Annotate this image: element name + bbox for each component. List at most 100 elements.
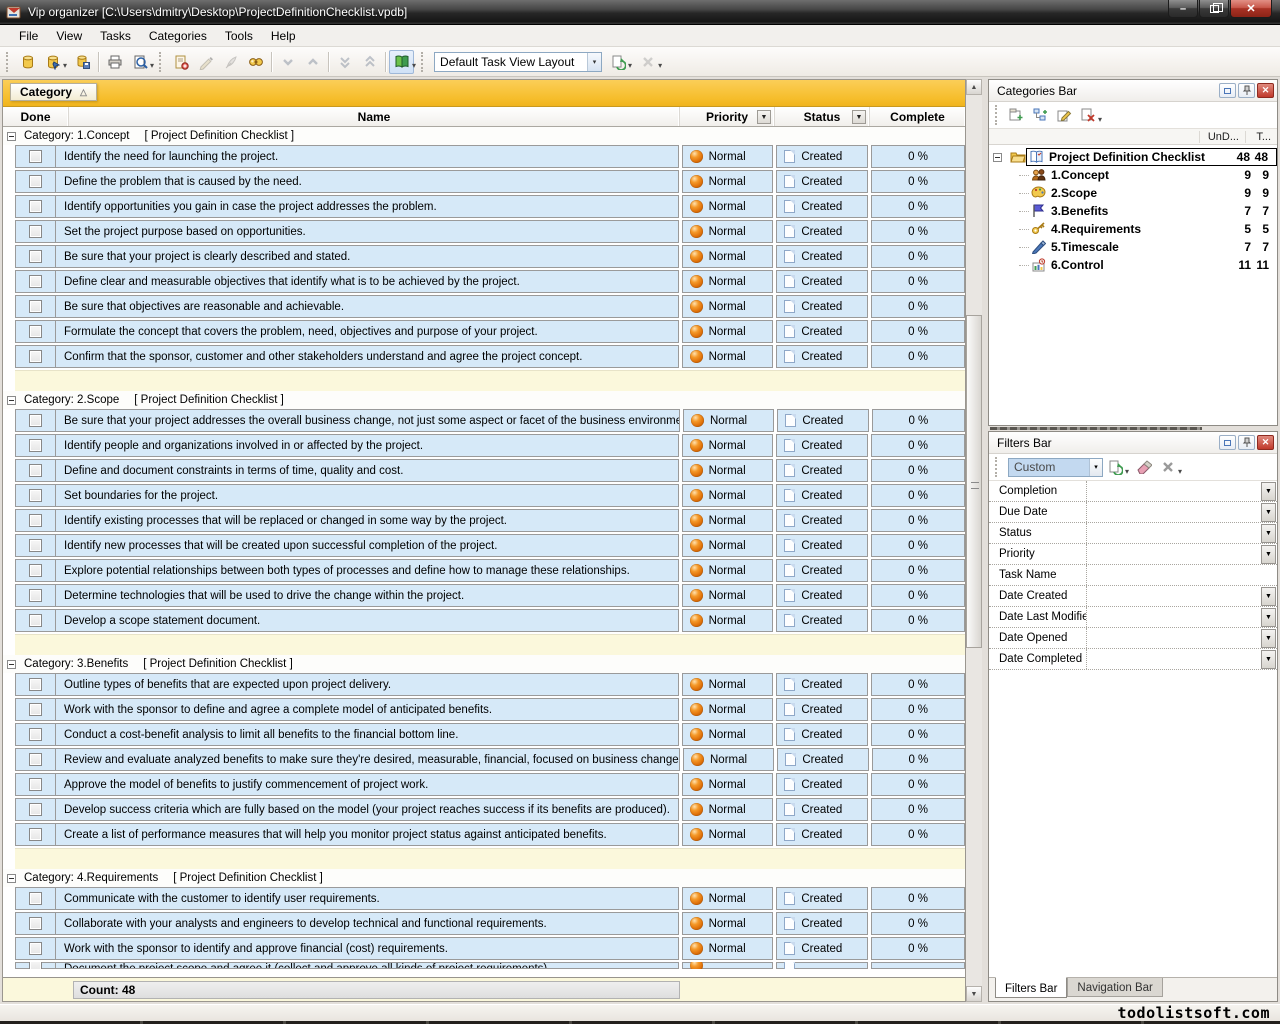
task-name-cell[interactable]: Set boundaries for the project. [56, 485, 678, 506]
close-panel-button[interactable]: ✕ [1257, 83, 1274, 98]
filters-toolbar-caret[interactable]: ▾ [1178, 467, 1182, 476]
column-header-priority[interactable]: Priority ▼ [680, 107, 775, 126]
close-button[interactable]: ✕ [1230, 0, 1272, 18]
status-cell[interactable] [776, 962, 868, 969]
status-cell[interactable]: Created [776, 245, 868, 268]
priority-cell[interactable]: Normal [682, 773, 774, 796]
task-name-cell[interactable]: Formulate the concept that covers the pr… [56, 321, 678, 342]
selected-tree-row[interactable]: Project Definition Checklist 48 48 [1026, 148, 1277, 166]
task-row[interactable]: Identify opportunities you gain in case … [15, 195, 965, 218]
task-name-cell[interactable]: Confirm that the sponsor, customer and o… [56, 346, 678, 367]
status-cell[interactable]: Created [777, 409, 868, 432]
toolbar-grip[interactable] [995, 457, 999, 477]
group-header-benefits[interactable]: Category: 3.Benefits [ Project Definitio… [3, 655, 965, 673]
task-name-cell[interactable]: Identify people and organizations involv… [56, 435, 678, 456]
layout-combo-arrow[interactable]: ▾ [587, 53, 601, 71]
close-panel-button[interactable]: ✕ [1257, 435, 1274, 450]
task-row[interactable]: Confirm that the sponsor, customer and o… [15, 345, 965, 368]
priority-cell[interactable]: Normal [682, 145, 774, 168]
collapse-group-icon[interactable] [7, 396, 16, 405]
complete-cell[interactable]: 0 % [871, 434, 965, 457]
minimize-button[interactable]: – [1168, 0, 1198, 18]
task-view-button[interactable] [389, 50, 414, 74]
move-top-button[interactable] [357, 50, 382, 74]
priority-cell[interactable] [682, 962, 774, 969]
status-cell[interactable]: Created [776, 484, 868, 507]
toolbar-grip[interactable] [421, 52, 425, 72]
done-checkbox[interactable] [29, 703, 42, 716]
clear-filter-button[interactable] [1132, 456, 1156, 478]
status-cell[interactable]: Created [776, 345, 868, 368]
filter-dropdown-button[interactable]: ▼ [1261, 482, 1276, 501]
tab-filters-bar[interactable]: Filters Bar [995, 977, 1067, 998]
tree-item-requirements[interactable]: 4.Requirements 5 5 [989, 220, 1277, 238]
status-cell[interactable]: Created [776, 559, 868, 582]
complete-cell[interactable]: 0 % [871, 145, 965, 168]
priority-cell[interactable]: Normal [682, 534, 774, 557]
complete-cell[interactable]: 0 % [871, 220, 965, 243]
task-name-cell[interactable]: Define clear and measurable objectives t… [56, 271, 678, 292]
filter-value[interactable] [1087, 607, 1261, 627]
task-name-cell[interactable]: Collaborate with your analysts and engin… [56, 913, 678, 934]
task-name-cell[interactable]: Determine technologies that will be used… [56, 585, 678, 606]
task-row[interactable]: Determine technologies that will be used… [15, 584, 965, 607]
status-cell[interactable]: Created [776, 459, 868, 482]
save-filter-button[interactable] [1103, 456, 1127, 478]
complete-cell[interactable]: 0 % [871, 773, 965, 796]
complete-cell[interactable]: 0 % [871, 320, 965, 343]
filter-dropdown-button[interactable]: ▼ [1261, 524, 1276, 543]
task-name-cell[interactable]: Document the project scope and agree it … [56, 963, 678, 968]
done-checkbox[interactable] [29, 753, 42, 766]
task-name-cell[interactable]: Identify opportunities you gain in case … [56, 196, 678, 217]
apply-layout-button[interactable] [605, 50, 630, 74]
print-button[interactable] [102, 50, 127, 74]
done-checkbox[interactable] [29, 464, 42, 477]
priority-cell[interactable]: Normal [682, 295, 774, 318]
task-row[interactable]: Set boundaries for the project. Normal C… [15, 484, 965, 507]
panel-splitter[interactable] [990, 427, 1202, 430]
complete-cell[interactable]: 0 % [871, 912, 965, 935]
task-name-cell[interactable]: Approve the model of benefits to justify… [56, 774, 678, 795]
task-name-cell[interactable]: Conduct a cost-benefit analysis to limit… [56, 724, 678, 745]
done-checkbox[interactable] [29, 275, 42, 288]
done-checkbox[interactable] [29, 175, 42, 188]
done-checkbox[interactable] [29, 350, 42, 363]
find-tasks-button[interactable] [243, 50, 268, 74]
task-row[interactable]: Develop a scope statement document. Norm… [15, 609, 965, 632]
priority-cell[interactable]: Normal [682, 698, 774, 721]
filter-value[interactable] [1087, 502, 1261, 522]
collapse-group-icon[interactable] [7, 660, 16, 669]
undock-panel-button[interactable] [1219, 435, 1236, 450]
priority-cell[interactable]: Normal [682, 937, 774, 960]
task-row[interactable]: Be sure that your project addresses the … [15, 409, 965, 432]
priority-cell[interactable]: Normal [682, 245, 774, 268]
complete-cell[interactable]: 0 % [871, 270, 965, 293]
delete-task-button[interactable] [218, 50, 243, 74]
tree-item-root[interactable]: Project Definition Checklist 48 48 [989, 148, 1277, 166]
priority-cell[interactable]: Normal [682, 609, 774, 632]
group-header-scope[interactable]: Category: 2.Scope [ Project Definition C… [3, 391, 965, 409]
filter-value[interactable] [1087, 523, 1261, 543]
task-name-cell[interactable]: Develop a scope statement document. [56, 610, 678, 631]
filter-value[interactable] [1087, 649, 1261, 669]
done-checkbox[interactable] [29, 942, 42, 955]
done-checkbox[interactable] [29, 414, 42, 427]
task-row[interactable]: Identify people and organizations involv… [15, 434, 965, 457]
menu-view[interactable]: View [47, 26, 91, 46]
filter-value[interactable] [1087, 586, 1261, 606]
filter-preset-combo[interactable]: Custom ▾ [1008, 458, 1103, 477]
tree-item-control[interactable]: 6.Control 11 11 [989, 256, 1277, 274]
task-row[interactable]: Formulate the concept that covers the pr… [15, 320, 965, 343]
new-subcategory-button[interactable] [1028, 104, 1052, 126]
delete-filter-button[interactable] [1156, 456, 1180, 478]
save-filter-caret[interactable]: ▾ [1125, 467, 1129, 476]
status-cell[interactable]: Created [776, 145, 868, 168]
apply-layout-caret[interactable]: ▾ [628, 61, 632, 70]
complete-cell[interactable]: 0 % [871, 798, 965, 821]
status-cell[interactable]: Created [776, 270, 868, 293]
restore-button[interactable] [1199, 0, 1229, 18]
priority-cell[interactable]: Normal [682, 509, 774, 532]
done-checkbox[interactable] [29, 489, 42, 502]
task-row[interactable]: Define the problem that is caused by the… [15, 170, 965, 193]
task-row[interactable]: Work with the sponsor to define and agre… [15, 698, 965, 721]
